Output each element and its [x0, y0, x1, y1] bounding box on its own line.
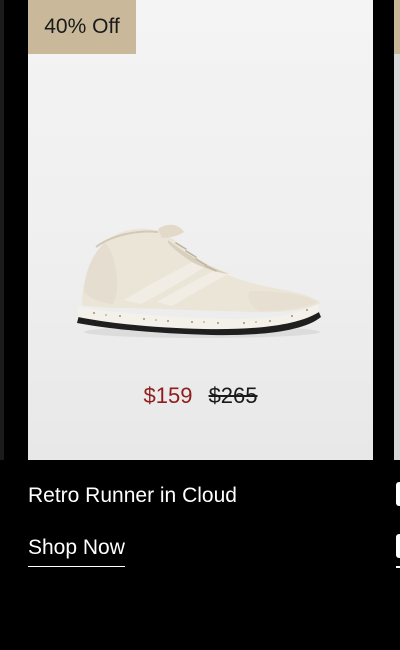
shop-now-link[interactable]: Shop Now	[28, 534, 125, 567]
price-row: $159 $265	[28, 380, 373, 412]
original-price: $265	[208, 383, 258, 408]
previous-card-edge[interactable]	[0, 0, 4, 460]
next-shop-link-edge	[396, 534, 400, 558]
product-image-container[interactable]: 40% Off $159 $265	[28, 0, 373, 460]
next-link-underline	[396, 566, 400, 568]
sale-price: $159	[143, 383, 193, 408]
discount-badge: 40% Off	[28, 0, 136, 54]
product-card[interactable]: 40% Off $159 $265 Retro Runner in Cloud …	[28, 0, 373, 650]
next-product-name-edge	[396, 482, 400, 506]
product-name[interactable]: Retro Runner in Cloud	[28, 482, 237, 510]
sneaker-image[interactable]	[72, 212, 330, 342]
product-carousel: 40% Off $159 $265 Retro Runner in Cloud …	[0, 0, 400, 650]
next-card-edge[interactable]	[394, 0, 400, 460]
